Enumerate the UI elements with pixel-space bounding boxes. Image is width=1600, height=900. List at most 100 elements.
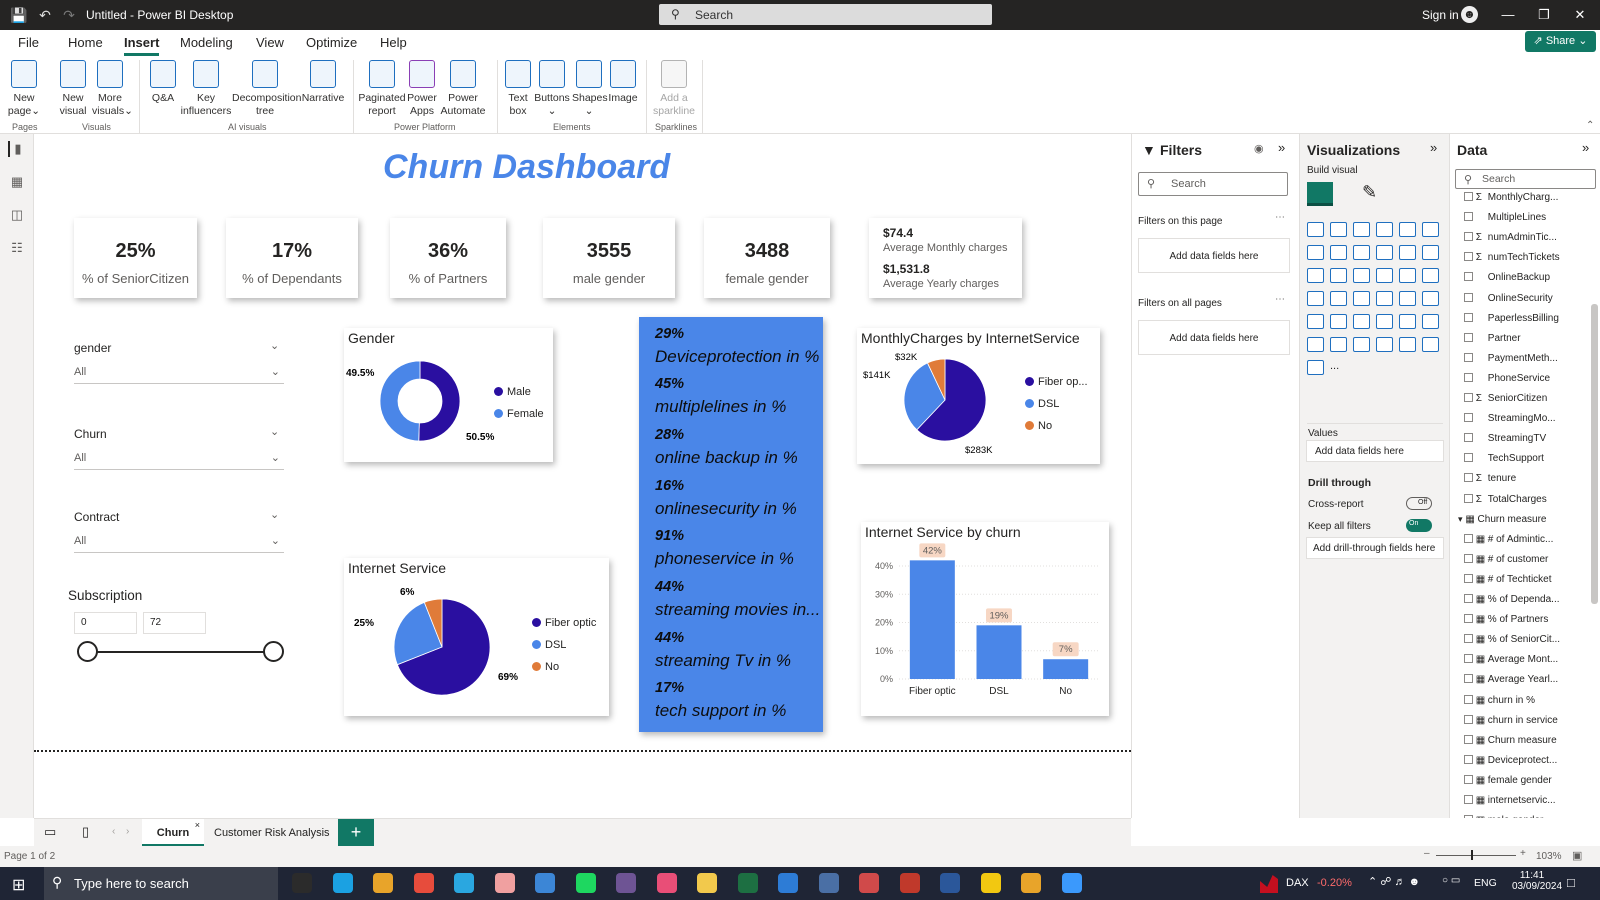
- visual-type-icon[interactable]: [1353, 314, 1370, 329]
- collapse-viz-icon[interactable]: »: [1430, 140, 1437, 155]
- build-visual-tab[interactable]: [1307, 182, 1333, 206]
- app-icon[interactable]: [494, 873, 515, 893]
- visual-type-icon[interactable]: [1422, 337, 1439, 352]
- power-automate-button[interactable]: Power Automate: [440, 60, 486, 118]
- field-item[interactable]: Partner: [1464, 332, 1588, 344]
- measure-item[interactable]: ▦ churn in service: [1464, 714, 1588, 726]
- zoom-handle[interactable]: [1471, 850, 1473, 860]
- desktop-layout-icon[interactable]: ▭: [44, 824, 56, 840]
- field-item[interactable]: StreamingMo...: [1464, 413, 1588, 424]
- gender-chart[interactable]: Gender 49.5% 50.5% Male Female: [344, 328, 553, 462]
- search-input[interactable]: ⚲ Search: [659, 4, 992, 25]
- kpi-card-male[interactable]: 3555 male gender: [543, 218, 675, 298]
- more-options-icon[interactable]: ⋯: [1275, 294, 1285, 305]
- kpi-card-senior[interactable]: 25% % of SeniorCitizen: [74, 218, 197, 298]
- visual-type-icon[interactable]: [1376, 245, 1393, 260]
- image-button[interactable]: Image: [606, 60, 640, 105]
- visual-type-icon[interactable]: [1399, 291, 1416, 306]
- service-percent-card[interactable]: 29% Deviceprotection in % 45% multipleli…: [639, 317, 823, 732]
- drill-through-well[interactable]: Add drill-through fields here: [1306, 537, 1444, 559]
- visual-type-icon[interactable]: [1353, 337, 1370, 352]
- visual-type-icon[interactable]: [1330, 314, 1347, 329]
- churn-slicer-dropdown[interactable]: All ⌄: [74, 448, 284, 470]
- visual-type-icon[interactable]: [1376, 314, 1393, 329]
- charges-card[interactable]: $74.4 Average Monthly charges $1,531.8 A…: [869, 218, 1022, 298]
- wifi-icon[interactable]: ○ ▭: [1442, 875, 1460, 886]
- kpi-card-female[interactable]: 3488 female gender: [704, 218, 830, 298]
- visual-type-icon[interactable]: [1353, 245, 1370, 260]
- table-view-icon[interactable]: ▦: [8, 174, 26, 190]
- page-filter-well[interactable]: Add data fields here: [1138, 238, 1290, 273]
- menu-optimize[interactable]: Optimize: [306, 35, 357, 50]
- chevron-down-icon[interactable]: ⌄: [270, 425, 279, 438]
- zoom-in-icon[interactable]: +: [1520, 848, 1526, 859]
- measure-item[interactable]: ▦% of SeniorCit...: [1464, 634, 1588, 645]
- measure-item[interactable]: ▦ Deviceprotect...: [1464, 754, 1588, 766]
- visual-type-icon[interactable]: [1353, 268, 1370, 283]
- field-item[interactable]: Σ MonthlyCharg...: [1464, 192, 1588, 203]
- field-item[interactable]: ΣnumAdminTic...: [1464, 232, 1588, 243]
- paginated-report-button[interactable]: Paginated report: [358, 60, 406, 118]
- menu-view[interactable]: View: [256, 35, 284, 50]
- field-item[interactable]: OnlineBackup: [1464, 272, 1588, 283]
- contract-slicer-dropdown[interactable]: All ⌄: [74, 531, 284, 553]
- bar-no[interactable]: [1043, 659, 1089, 679]
- spotify-icon[interactable]: [575, 873, 596, 893]
- visual-type-icon[interactable]: [1330, 291, 1347, 306]
- new-visual-button[interactable]: New visual: [58, 60, 88, 118]
- share-button[interactable]: ⇗ Share ⌄: [1525, 31, 1596, 52]
- menu-file[interactable]: File: [18, 35, 39, 50]
- field-item[interactable]: PhoneService: [1464, 372, 1588, 384]
- subscription-min-input[interactable]: 0: [74, 612, 137, 634]
- visual-type-icon[interactable]: [1307, 291, 1324, 306]
- menu-help[interactable]: Help: [380, 35, 407, 50]
- visual-type-icon[interactable]: [1399, 337, 1416, 352]
- slider-max-handle[interactable]: [263, 641, 284, 662]
- measure-item[interactable]: ▦ Churn measure: [1464, 734, 1588, 746]
- key-influencers-button[interactable]: Key influencers: [180, 60, 232, 118]
- report-view-icon[interactable]: ▮: [8, 141, 26, 157]
- chrome-icon[interactable]: [1021, 873, 1041, 893]
- decomposition-tree-button[interactable]: Decomposition tree: [232, 60, 301, 118]
- file-explorer-icon[interactable]: [697, 873, 717, 893]
- field-item[interactable]: ΣnumTechTickets: [1464, 252, 1588, 263]
- visual-type-icon[interactable]: [1422, 268, 1439, 283]
- keep-filters-toggle[interactable]: On: [1406, 519, 1432, 532]
- menu-insert[interactable]: Insert: [124, 35, 160, 56]
- task-view-icon[interactable]: [292, 873, 312, 893]
- power-apps-button[interactable]: Power Apps: [406, 60, 438, 118]
- app-icon[interactable]: [818, 873, 839, 893]
- gender-slicer-dropdown[interactable]: All ⌄: [74, 362, 284, 384]
- prev-page-icon[interactable]: ‹: [112, 826, 115, 837]
- field-item[interactable]: Σ TotalCharges: [1464, 493, 1588, 505]
- format-visual-icon[interactable]: ✎: [1362, 182, 1386, 206]
- zoom-out-icon[interactable]: –: [1424, 848, 1430, 859]
- sign-in-link[interactable]: Sign in: [1422, 8, 1459, 22]
- measure-item[interactable]: ▦ # of Techticket: [1464, 573, 1588, 585]
- visual-type-icon[interactable]: [1399, 245, 1416, 260]
- measure-item[interactable]: ▦% of Dependa...: [1464, 594, 1588, 605]
- visual-type-icon[interactable]: [1353, 222, 1370, 237]
- qa-button[interactable]: Q&A: [146, 60, 180, 105]
- visual-type-icon[interactable]: [1330, 245, 1347, 260]
- bar-fiber-optic[interactable]: [909, 560, 955, 679]
- field-item[interactable]: Σtenure: [1464, 473, 1588, 484]
- slack-icon[interactable]: [656, 873, 677, 893]
- collapse-data-icon[interactable]: »: [1582, 140, 1589, 155]
- visual-type-icon[interactable]: [1376, 291, 1393, 306]
- add-sparkline-button[interactable]: Add a sparkline: [652, 60, 696, 118]
- more-visuals-ellipsis[interactable]: ...: [1330, 360, 1339, 372]
- power-bi-icon[interactable]: [980, 873, 1001, 893]
- tab-customer-risk-analysis[interactable]: Customer Risk Analysis: [214, 827, 330, 839]
- filters-search-input[interactable]: ⚲ Search: [1138, 172, 1288, 196]
- cross-report-toggle[interactable]: Off: [1406, 497, 1432, 510]
- all-pages-filter-well[interactable]: Add data fields here: [1138, 320, 1290, 355]
- pie-slice-female[interactable]: [379, 360, 421, 442]
- close-icon[interactable]: ✕: [1570, 5, 1590, 25]
- tab-churn[interactable]: Churn ×: [142, 819, 204, 847]
- language-indicator[interactable]: ENG: [1474, 877, 1497, 889]
- buttons-button[interactable]: Buttons ⌄: [534, 60, 570, 118]
- field-item[interactable]: TechSupport: [1464, 453, 1588, 464]
- visual-type-icon[interactable]: [1330, 222, 1347, 237]
- field-item[interactable]: MultipleLines: [1464, 212, 1588, 223]
